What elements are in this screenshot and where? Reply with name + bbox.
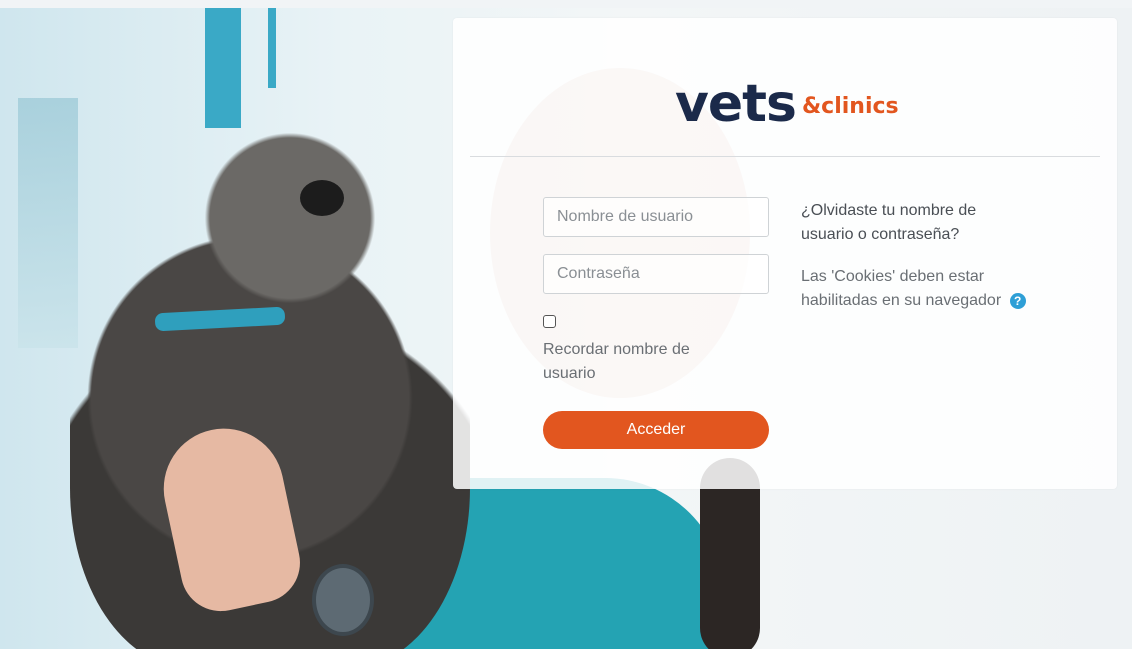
help-icon[interactable]: ? xyxy=(1009,292,1026,309)
password-input[interactable] xyxy=(543,254,769,294)
cookies-notice: Las 'Cookies' deben estar habilitadas en… xyxy=(801,265,1031,313)
remember-username-checkbox[interactable] xyxy=(543,315,556,328)
remember-username-label[interactable]: Recordar nombre de usuario xyxy=(543,338,743,386)
brand-logo-sub: &clinics xyxy=(801,94,899,119)
brand-logo: vets &clinics xyxy=(675,70,899,130)
background-window xyxy=(18,98,78,348)
forgot-credentials-link[interactable]: ¿Olvidaste tu nombre de usuario o contra… xyxy=(801,199,1031,247)
username-input[interactable] xyxy=(543,197,769,237)
brand-logo-main: vets xyxy=(675,74,797,134)
login-card: vets &clinics Recordar nombre de usuario… xyxy=(453,18,1117,489)
dog-nose xyxy=(300,180,344,216)
cookies-notice-text: Las 'Cookies' deben estar habilitadas en… xyxy=(801,268,1002,309)
stethoscope xyxy=(312,564,374,636)
header-divider xyxy=(470,156,1100,157)
login-button[interactable]: Acceder xyxy=(543,411,769,449)
